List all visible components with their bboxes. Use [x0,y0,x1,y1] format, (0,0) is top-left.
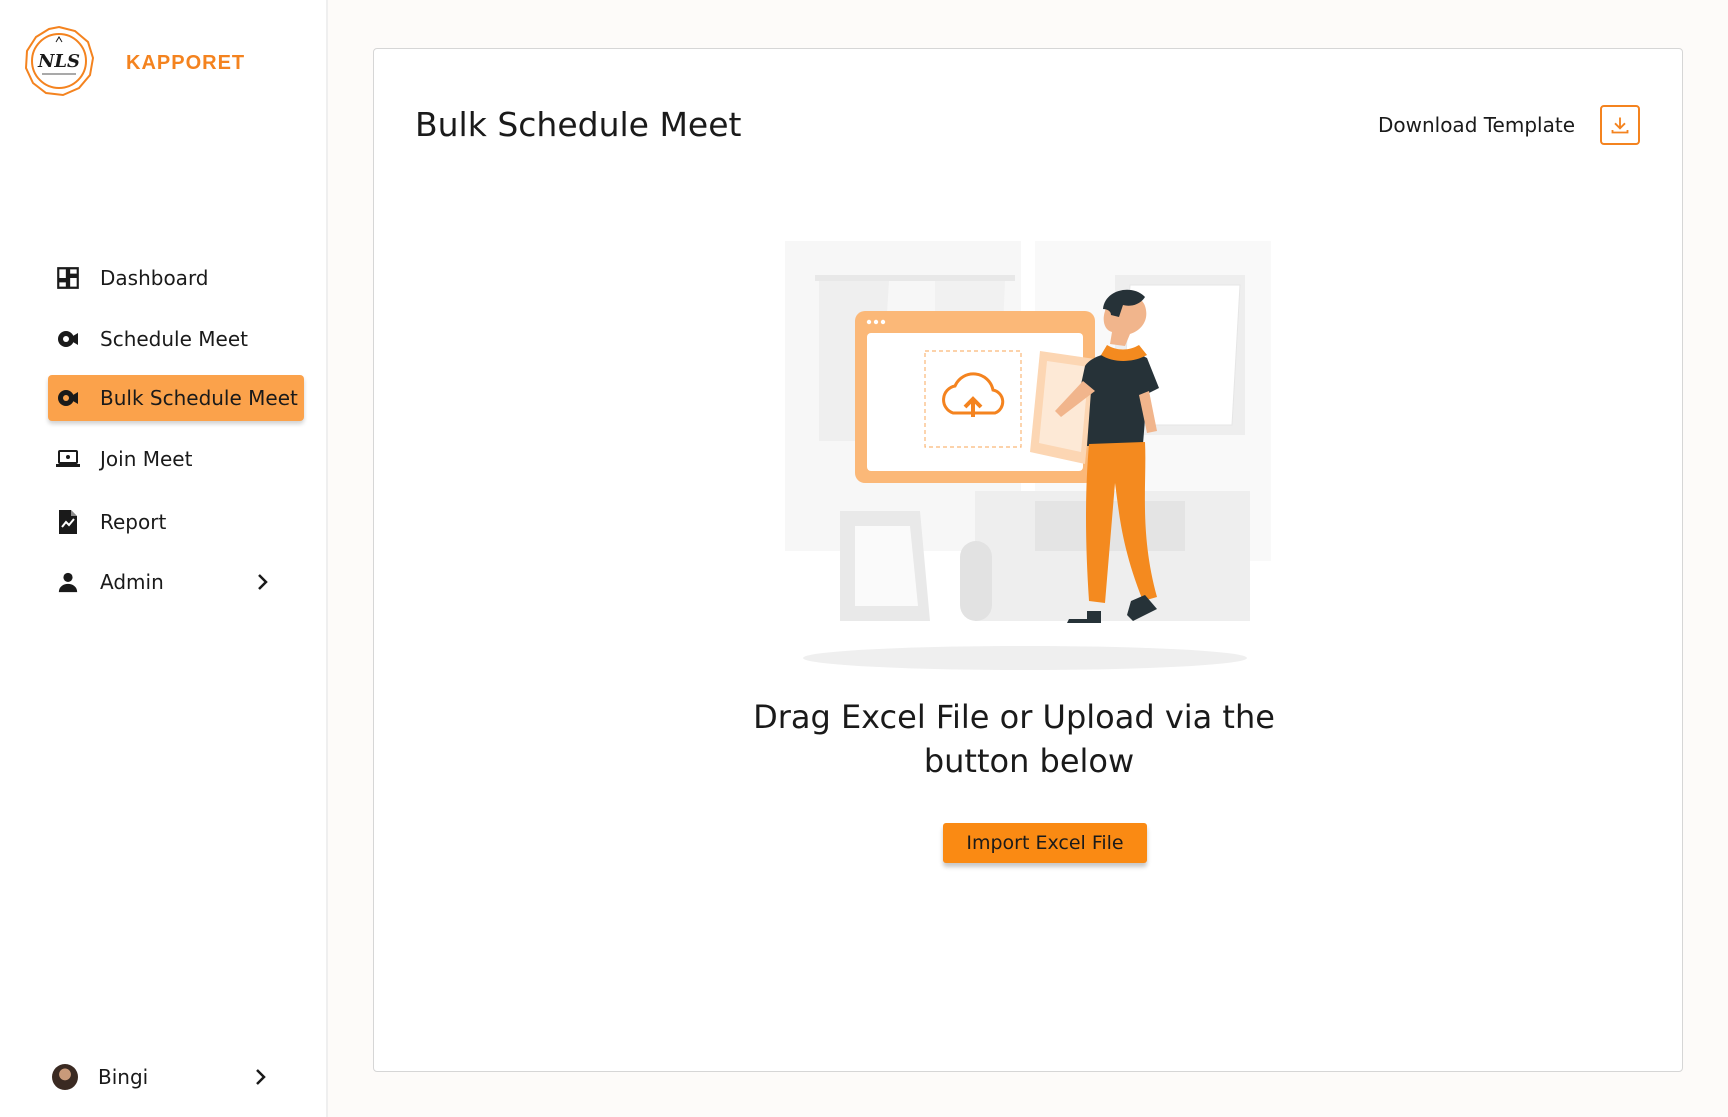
person-icon [54,568,82,596]
dashboard-icon [54,264,82,292]
avatar [52,1064,78,1090]
chevron-right-icon [256,1069,266,1085]
report-icon [54,508,82,536]
sidebar-item-dashboard[interactable]: Dashboard [48,255,304,301]
logo-text: NLS [37,51,80,72]
user-menu[interactable]: Bingi [52,1059,272,1095]
download-template-button[interactable] [1600,105,1640,145]
video-camera-icon [54,384,82,412]
sidebar-item-label: Dashboard [100,266,209,290]
upload-illustration [785,241,1271,670]
laptop-icon [54,445,82,473]
sidebar-item-admin[interactable]: Admin [48,559,304,605]
sidebar-item-report[interactable]: Report [48,499,304,545]
sidebar-item-label: Admin [100,570,164,594]
logo[interactable]: NLS [22,24,96,98]
sidebar-item-label: Bulk Schedule Meet [100,386,298,410]
sidebar-item-label: Report [100,510,167,534]
drop-instructions-line1: Drag Excel File or Upload via the [753,698,1275,736]
sidebar-item-label: Schedule Meet [100,327,248,351]
user-name: Bingi [98,1065,149,1089]
page-title: Bulk Schedule Meet [415,105,742,144]
import-excel-button[interactable]: Import Excel File [943,823,1147,863]
download-template-label: Download Template [1377,113,1575,137]
chevron-right-icon [258,574,268,590]
sidebar-item-schedule-meet[interactable]: Schedule Meet [48,316,304,362]
sidebar-item-label: Join Meet [100,447,193,471]
sidebar-item-join-meet[interactable]: Join Meet [48,436,304,482]
logo-badge-icon: NLS [24,25,95,97]
video-camera-icon [54,325,82,353]
sidebar-item-bulk-schedule-meet[interactable]: Bulk Schedule Meet [48,375,304,421]
bulk-upload-card: Bulk Schedule Meet Download Template Dra… [373,48,1683,1072]
brand-name: KAPPORET [126,52,246,74]
sidebar: NLS KAPPORET Dashboard Schedule Meet Bul… [0,0,328,1117]
drop-instructions: Drag Excel File or Upload via the button… [374,695,1684,783]
drop-instructions-line2: button below [923,742,1135,780]
download-icon [1611,117,1629,134]
